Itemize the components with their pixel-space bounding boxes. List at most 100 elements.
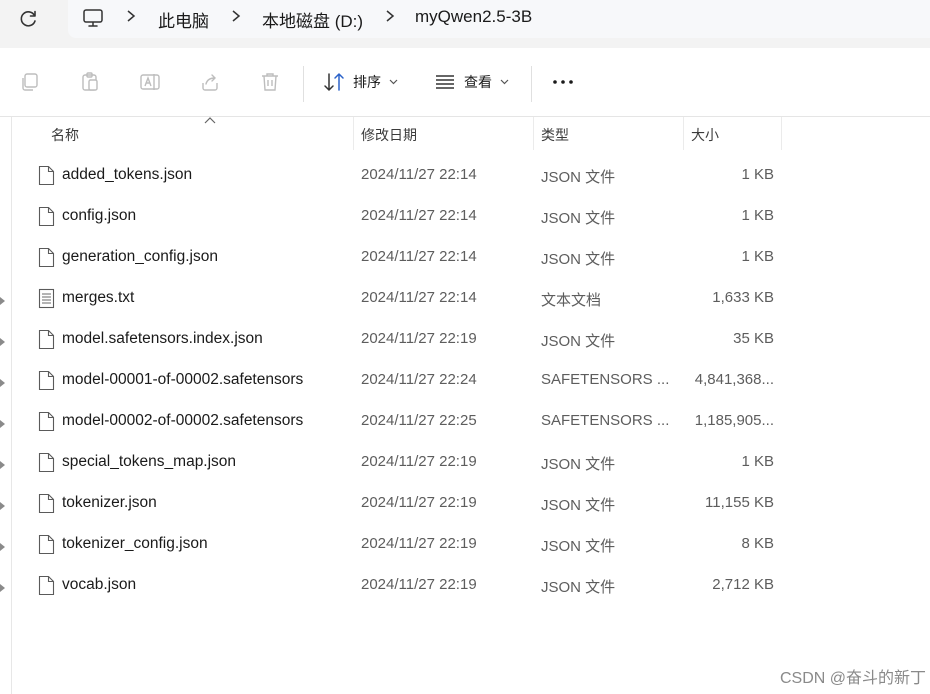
file-type: JSON 文件 [541, 538, 616, 555]
file-modified-date: 2024/11/27 22:14 [361, 166, 477, 183]
column-divider[interactable] [353, 117, 354, 150]
list-view-icon [436, 75, 454, 89]
expand-chevron-icon[interactable] [0, 338, 6, 346]
copy-icon[interactable] [19, 71, 41, 93]
expand-chevron-icon[interactable] [0, 584, 6, 592]
column-divider[interactable] [781, 117, 782, 150]
file-row[interactable]: tokenizer_config.json 2024/11/27 22:19 J… [12, 524, 782, 565]
file-type: 文本文档 [541, 292, 602, 309]
file-size: 1,633 KB [712, 289, 774, 306]
file-type: JSON 文件 [541, 497, 616, 514]
breadcrumb[interactable]: 此电脑 本地磁盘 (D:) myQwen2.5-3B [68, 0, 930, 38]
command-bar: 排序 查看 [0, 48, 930, 117]
file-row[interactable]: model-00001-of-00002.safetensors 2024/11… [12, 360, 782, 401]
column-divider[interactable] [683, 117, 684, 150]
file-name: added_tokens.json [62, 166, 193, 183]
file-row[interactable]: merges.txt 2024/11/27 22:14 文本文档 1,633 K… [12, 278, 782, 319]
column-header-name[interactable]: 名称 [51, 125, 79, 145]
breadcrumb-item-current-folder[interactable]: myQwen2.5-3B [415, 7, 532, 27]
file-row[interactable]: added_tokens.json 2024/11/27 22:14 JSON … [12, 155, 782, 196]
file-icon [38, 575, 55, 596]
sort-ascending-icon [204, 117, 216, 124]
file-modified-date: 2024/11/27 22:14 [361, 207, 477, 224]
delete-icon[interactable] [259, 71, 281, 93]
file-size: 35 KB [733, 330, 774, 347]
chevron-right-icon[interactable] [230, 9, 242, 23]
column-header-row: 名称 修改日期 类型 大小 [12, 117, 782, 150]
file-size: 1 KB [741, 207, 774, 224]
paste-icon[interactable] [79, 71, 101, 93]
chevron-right-icon[interactable] [125, 9, 137, 23]
sort-icon [324, 73, 344, 91]
file-modified-date: 2024/11/27 22:19 [361, 330, 477, 347]
chevron-right-icon[interactable] [384, 9, 396, 23]
more-options-icon[interactable] [552, 71, 574, 93]
file-size: 1 KB [741, 166, 774, 183]
file-name: model-00001-of-00002.safetensors [62, 371, 304, 388]
breadcrumb-item-this-pc[interactable]: 此电脑 [158, 7, 209, 32]
sort-button[interactable]: 排序 [323, 70, 398, 94]
file-icon [38, 534, 55, 555]
file-type: SAFETENSORS ... [541, 371, 670, 388]
file-name: generation_config.json [62, 248, 218, 265]
expand-chevron-icon[interactable] [0, 379, 6, 387]
column-header-date[interactable]: 修改日期 [361, 125, 417, 145]
file-row[interactable]: generation_config.json 2024/11/27 22:14 … [12, 237, 782, 278]
expand-chevron-icon[interactable] [0, 502, 6, 510]
watermark: CSDN @奋斗的新丁 [779, 670, 926, 687]
column-header-size[interactable]: 大小 [691, 125, 719, 145]
view-label: 查看 [464, 74, 492, 90]
file-row[interactable]: special_tokens_map.json 2024/11/27 22:19… [12, 442, 782, 483]
file-row[interactable]: tokenizer.json 2024/11/27 22:19 JSON 文件 … [12, 483, 782, 524]
file-modified-date: 2024/11/27 22:25 [361, 412, 477, 429]
file-icon [38, 370, 55, 391]
file-name: tokenizer.json [62, 494, 157, 511]
file-modified-date: 2024/11/27 22:19 [361, 535, 477, 552]
file-row[interactable]: vocab.json 2024/11/27 22:19 JSON 文件 2,71… [12, 565, 782, 606]
file-size: 11,155 KB [705, 494, 774, 511]
share-icon[interactable] [199, 71, 221, 93]
file-type: JSON 文件 [541, 579, 616, 596]
file-modified-date: 2024/11/27 22:14 [361, 248, 477, 265]
file-size: 1 KB [741, 453, 774, 470]
column-divider[interactable] [533, 117, 534, 150]
file-type: SAFETENSORS ... [541, 412, 670, 429]
file-type: JSON 文件 [541, 169, 616, 186]
file-row[interactable]: config.json 2024/11/27 22:14 JSON 文件 1 K… [12, 196, 782, 237]
file-name: vocab.json [62, 576, 137, 593]
file-name: model.safetensors.index.json [62, 330, 263, 347]
view-button[interactable]: 查看 [434, 70, 509, 94]
file-modified-date: 2024/11/27 22:19 [361, 576, 477, 593]
chevron-down-icon [389, 79, 398, 85]
column-header-type[interactable]: 类型 [541, 125, 569, 145]
file-row[interactable]: model.safetensors.index.json 2024/11/27 … [12, 319, 782, 360]
file-modified-date: 2024/11/27 22:14 [361, 289, 477, 306]
address-bar: 此电脑 本地磁盘 (D:) myQwen2.5-3B [0, 0, 930, 48]
refresh-icon[interactable] [16, 7, 40, 31]
file-modified-date: 2024/11/27 22:19 [361, 494, 477, 511]
file-name: model-00002-of-00002.safetensors [62, 412, 304, 429]
file-type: JSON 文件 [541, 333, 616, 350]
file-type: JSON 文件 [541, 251, 616, 268]
file-size: 1 KB [741, 248, 774, 265]
sort-label: 排序 [353, 74, 381, 90]
file-type: JSON 文件 [541, 210, 616, 227]
monitor-icon[interactable] [82, 7, 104, 29]
expand-chevron-icon[interactable] [0, 420, 6, 428]
file-name: tokenizer_config.json [62, 535, 208, 552]
file-icon [38, 165, 55, 186]
file-size: 8 KB [741, 535, 774, 552]
file-size: 4,841,368... [694, 371, 774, 388]
file-icon [38, 206, 55, 227]
breadcrumb-item-drive-d[interactable]: 本地磁盘 (D:) [262, 7, 363, 32]
expand-chevron-icon[interactable] [0, 297, 6, 305]
file-modified-date: 2024/11/27 22:19 [361, 453, 477, 470]
file-name: merges.txt [62, 289, 135, 306]
expand-chevron-icon[interactable] [0, 461, 6, 469]
file-row[interactable]: model-00002-of-00002.safetensors 2024/11… [12, 401, 782, 442]
expand-chevron-icon[interactable] [0, 543, 6, 551]
rename-icon[interactable] [139, 71, 161, 93]
text-file-icon [38, 288, 55, 309]
file-icon [38, 452, 55, 473]
file-icon [38, 247, 55, 268]
